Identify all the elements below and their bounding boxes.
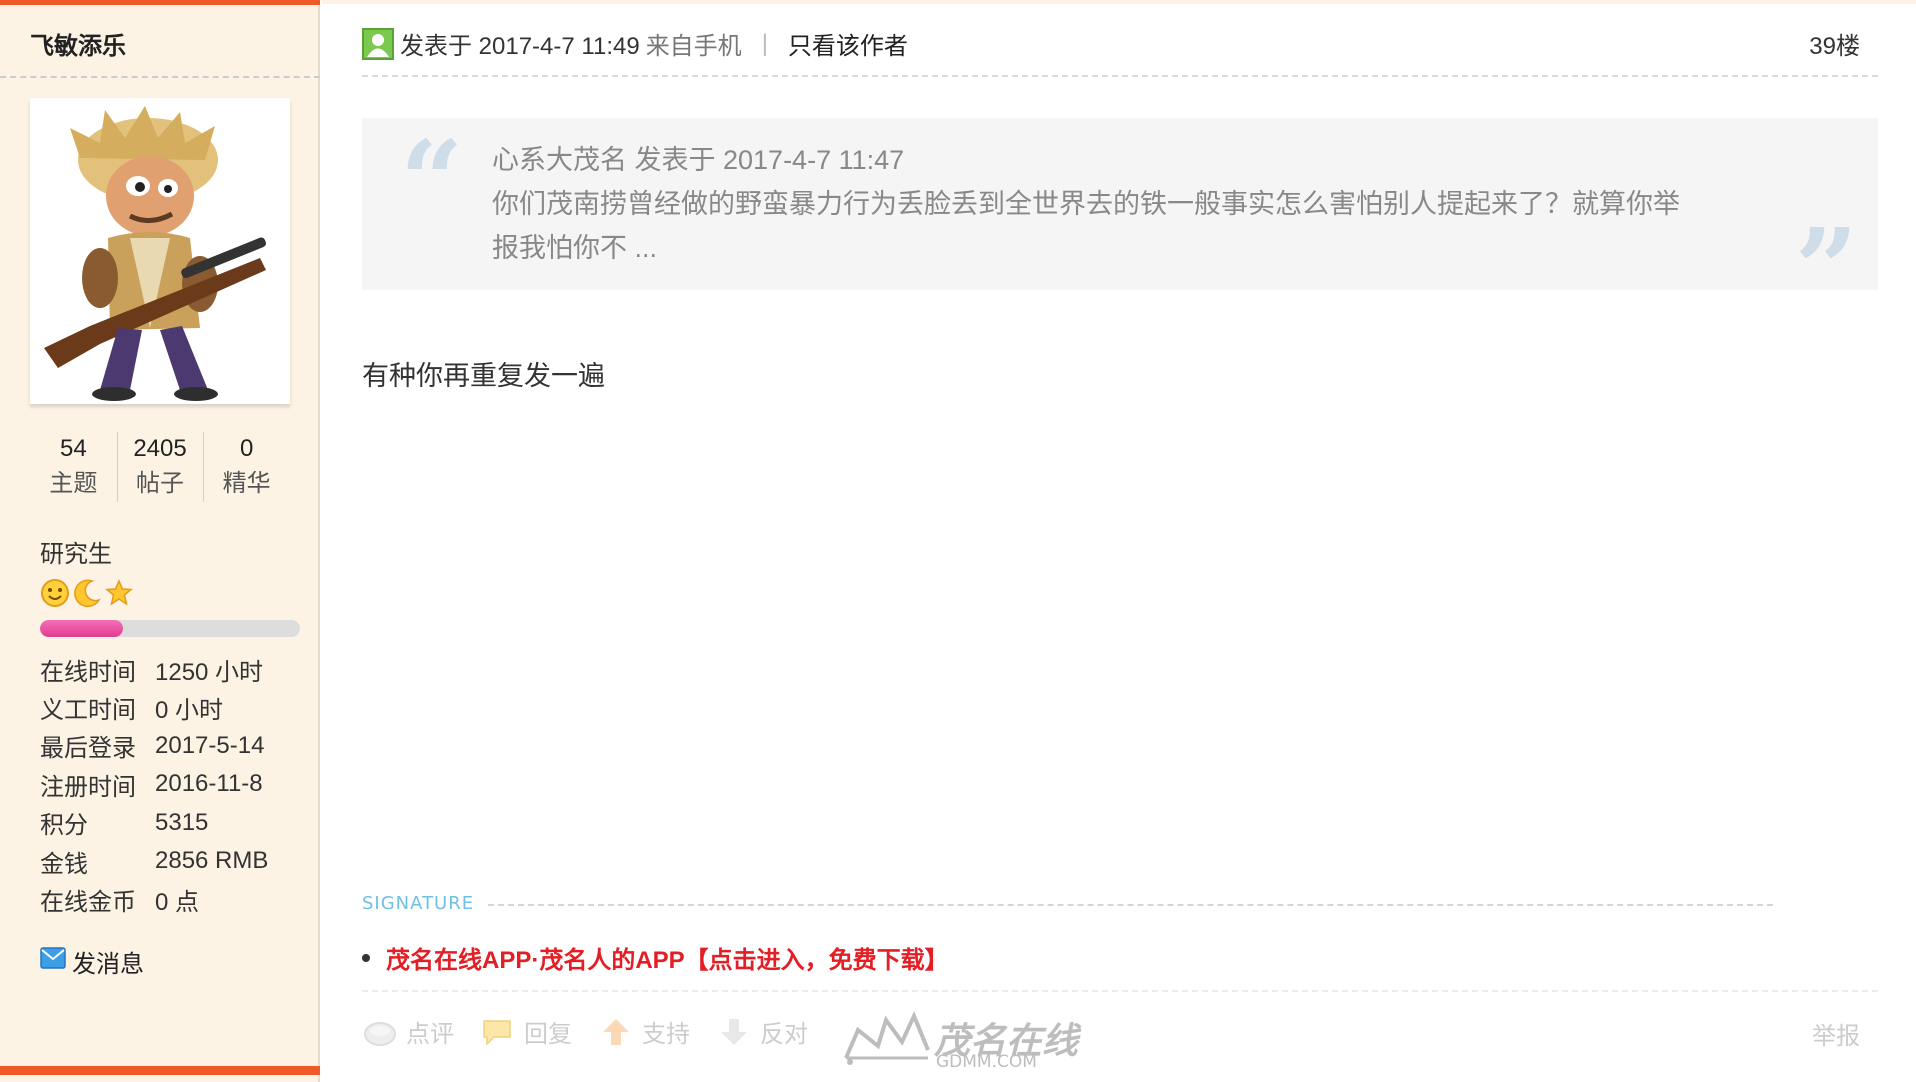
info-value: 0 点 <box>155 889 200 917</box>
info-row: 在线时间 1250 小时 <box>40 650 268 688</box>
stat-label: 主题 <box>49 470 98 497</box>
info-key: 在线时间 <box>40 658 136 686</box>
stat-value: 54 <box>59 435 87 462</box>
reply-button[interactable]: 回复 <box>480 1014 572 1049</box>
info-row: 注册时间 2016-11-8 <box>40 765 268 803</box>
separator: | <box>761 29 768 57</box>
post-actions: 点评 回复 支持 反对 <box>362 1014 808 1049</box>
info-row: 义工时间 0 小时 <box>40 688 268 726</box>
close-quote-icon: ” <box>1794 204 1858 333</box>
quote-text: 心系大茂名 发表于 2017-4-7 11:47 你们茂南捞曾经做的野蛮暴力行为… <box>492 138 1792 270</box>
quote-content-line: 你们茂南捞曾经做的野蛮暴力行为丢脸丢到全世界去的铁一般事实怎么害怕别人提起来了？… <box>492 189 1680 219</box>
user-rank: 研究生 <box>40 541 112 568</box>
quote-author-line: 心系大茂名 发表于 2017-4-7 11:47 <box>492 145 905 175</box>
post-main: 发表于 2017-4-7 11:49 来自手机 | 只看该作者 39楼 “ 心系… <box>322 0 1916 1082</box>
star-icon <box>104 578 134 608</box>
sidebar-top-accent <box>0 0 320 5</box>
info-row: 金钱 2856 RMB <box>40 842 268 880</box>
user-info-table: 在线时间 1250 小时 义工时间 0 小时 最后登录 2017-5-14 注册时间 2… <box>40 650 268 919</box>
post-source: 来自手机 <box>645 33 742 60</box>
info-key: 义工时间 <box>40 697 136 725</box>
user-sidebar: 飞敏添乐 54 主题 2405 帖子 0 精华 研究生 在线时间 1250 小时… <box>0 0 320 1082</box>
bullet-icon <box>362 953 370 962</box>
signature-item: 茂名在线APP·茂名人的APP【点击进入，免费下载】 <box>362 940 949 975</box>
floor-number[interactable]: 39楼 <box>1809 26 1860 61</box>
thumbs-up-arrow-icon <box>598 1017 634 1047</box>
info-value: 5315 <box>155 808 209 836</box>
user-stats: 54 主题 2405 帖子 0 精华 <box>30 432 290 502</box>
info-value: 2016-11-8 <box>155 770 263 798</box>
info-key: 在线金币 <box>40 889 136 917</box>
username[interactable]: 飞敏添乐 <box>30 26 126 61</box>
info-value: 2856 RMB <box>155 847 269 875</box>
oppose-label: 反对 <box>760 1021 808 1048</box>
support-label: 支持 <box>642 1021 690 1048</box>
only-author-link[interactable]: 只看该作者 <box>788 26 908 61</box>
level-progress-fill <box>40 620 124 637</box>
info-row: 积分 5315 <box>40 804 268 842</box>
send-message-link[interactable]: 发消息 <box>40 944 144 979</box>
sidebar-bottom-accent <box>0 1066 320 1075</box>
send-message-label: 发消息 <box>72 951 144 978</box>
reply-bubble-icon <box>480 1017 516 1047</box>
smile-icon <box>40 578 70 608</box>
quote-content-line: 报我怕你不 ... <box>492 233 658 263</box>
level-progress-bar <box>40 620 300 637</box>
stat-topics[interactable]: 54 主题 <box>30 432 117 502</box>
info-row: 最后登录 2017-5-14 <box>40 727 268 765</box>
stat-label: 精华 <box>222 470 271 497</box>
moon-icon <box>72 578 102 608</box>
info-value: 0 小时 <box>155 697 224 725</box>
stat-value: 2405 <box>133 435 187 462</box>
reply-label: 回复 <box>524 1021 572 1048</box>
report-button[interactable]: 举报 <box>1812 1016 1860 1051</box>
comment-button[interactable]: 点评 <box>362 1014 454 1049</box>
rank-icons <box>40 578 134 610</box>
info-row: 在线金币 0 点 <box>40 880 268 918</box>
site-watermark: 茂名在线 GDMM.COM <box>842 1006 1082 1074</box>
stat-digest[interactable]: 0 精华 <box>203 432 290 502</box>
post-body: 有种你再重复发一遍 <box>362 361 605 391</box>
avatar[interactable] <box>30 98 290 404</box>
info-key: 积分 <box>40 812 88 840</box>
info-key: 注册时间 <box>40 773 136 801</box>
online-status-icon <box>362 27 394 60</box>
watermark-logo-icon <box>844 1011 930 1065</box>
info-value: 1250 小时 <box>155 658 264 686</box>
stat-value: 0 <box>240 435 254 462</box>
header-divider <box>362 75 1878 77</box>
oppose-button[interactable]: 反对 <box>716 1014 808 1049</box>
post-top-line <box>322 0 1916 4</box>
post-time: 发表于 2017-4-7 11:49 <box>400 33 640 60</box>
info-key: 最后登录 <box>40 735 136 763</box>
avatar-image <box>44 106 266 401</box>
info-key: 金钱 <box>40 850 88 878</box>
footer-divider <box>362 990 1878 992</box>
sidebar-divider <box>0 76 320 78</box>
post-header: 发表于 2017-4-7 11:49 来自手机 | 只看该作者 <box>362 26 908 61</box>
watermark-subtext: GDMM.COM <box>936 1052 1037 1072</box>
down-arrow-icon <box>716 1017 752 1047</box>
stat-label: 帖子 <box>136 470 184 497</box>
signature-divider <box>488 904 1773 906</box>
quote-block: “ 心系大茂名 发表于 2017-4-7 11:47 你们茂南捞曾经做的野蛮暴力… <box>362 116 1878 324</box>
stat-posts[interactable]: 2405 帖子 <box>116 432 204 502</box>
signature-link[interactable]: 茂名在线APP·茂名人的APP【点击进入，免费下载】 <box>386 940 949 975</box>
open-quote-icon: “ <box>400 116 464 245</box>
comment-label: 点评 <box>406 1021 454 1048</box>
support-button[interactable]: 支持 <box>598 1014 690 1049</box>
signature-label: SIGNATURE <box>362 893 475 914</box>
comment-cup-icon <box>362 1017 398 1047</box>
info-value: 2017-5-14 <box>155 731 265 759</box>
envelope-icon <box>40 947 66 976</box>
